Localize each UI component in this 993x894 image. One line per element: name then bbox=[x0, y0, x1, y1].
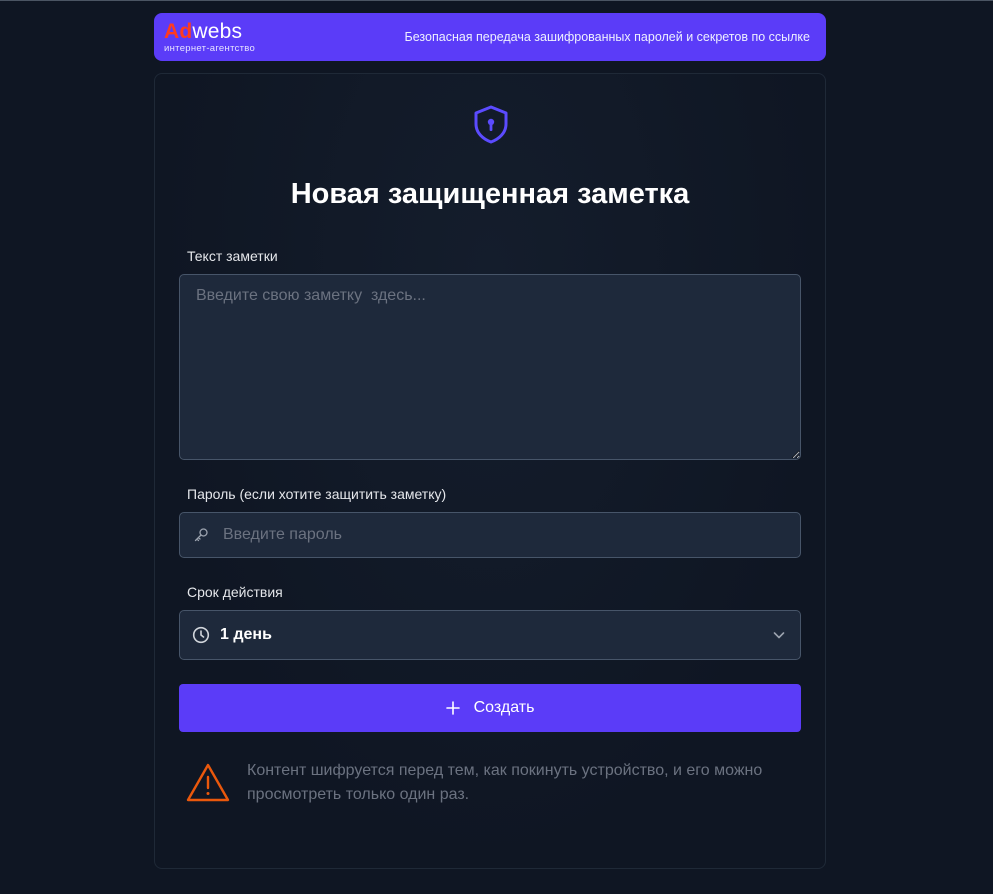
header-tagline: Безопасная передача зашифрованных пароле… bbox=[404, 30, 810, 44]
note-form-card: Новая защищенная заметка Текст заметки П… bbox=[154, 73, 826, 869]
header-bar: Adwebs интернет-агентство Безопасная пер… bbox=[154, 13, 826, 61]
note-label: Текст заметки bbox=[187, 248, 278, 264]
page-title: Новая защищенная заметка bbox=[290, 178, 690, 210]
expiry-label: Срок действия bbox=[187, 584, 283, 600]
key-icon bbox=[194, 528, 208, 542]
password-field[interactable] bbox=[179, 512, 801, 558]
logo-wordmark: Adwebs bbox=[164, 21, 255, 42]
create-button[interactable]: Создать bbox=[179, 684, 801, 732]
plus-icon bbox=[445, 701, 460, 715]
clock-icon bbox=[192, 626, 210, 644]
warning-icon bbox=[186, 763, 230, 802]
expiry-value: 1 день bbox=[220, 626, 272, 643]
adwebs-logo[interactable]: Adwebs интернет-агентство bbox=[164, 21, 255, 54]
logo-subtitle: интернет-агентство bbox=[164, 42, 256, 54]
shield-lock-icon bbox=[474, 105, 508, 144]
password-label: Пароль (если хотите защитить заметку) bbox=[187, 486, 447, 502]
password-input[interactable] bbox=[221, 512, 800, 558]
chevron-down-icon bbox=[773, 632, 785, 639]
expiry-select[interactable]: 1 день bbox=[179, 610, 801, 660]
logo-ad: Ad bbox=[164, 19, 193, 43]
top-border bbox=[0, 0, 993, 1]
create-button-label: Создать bbox=[473, 699, 535, 716]
logo-webs: webs bbox=[192, 19, 243, 43]
encryption-notice: Контент шифруется перед тем, как покинут… bbox=[247, 762, 763, 803]
note-textarea[interactable] bbox=[179, 274, 801, 460]
